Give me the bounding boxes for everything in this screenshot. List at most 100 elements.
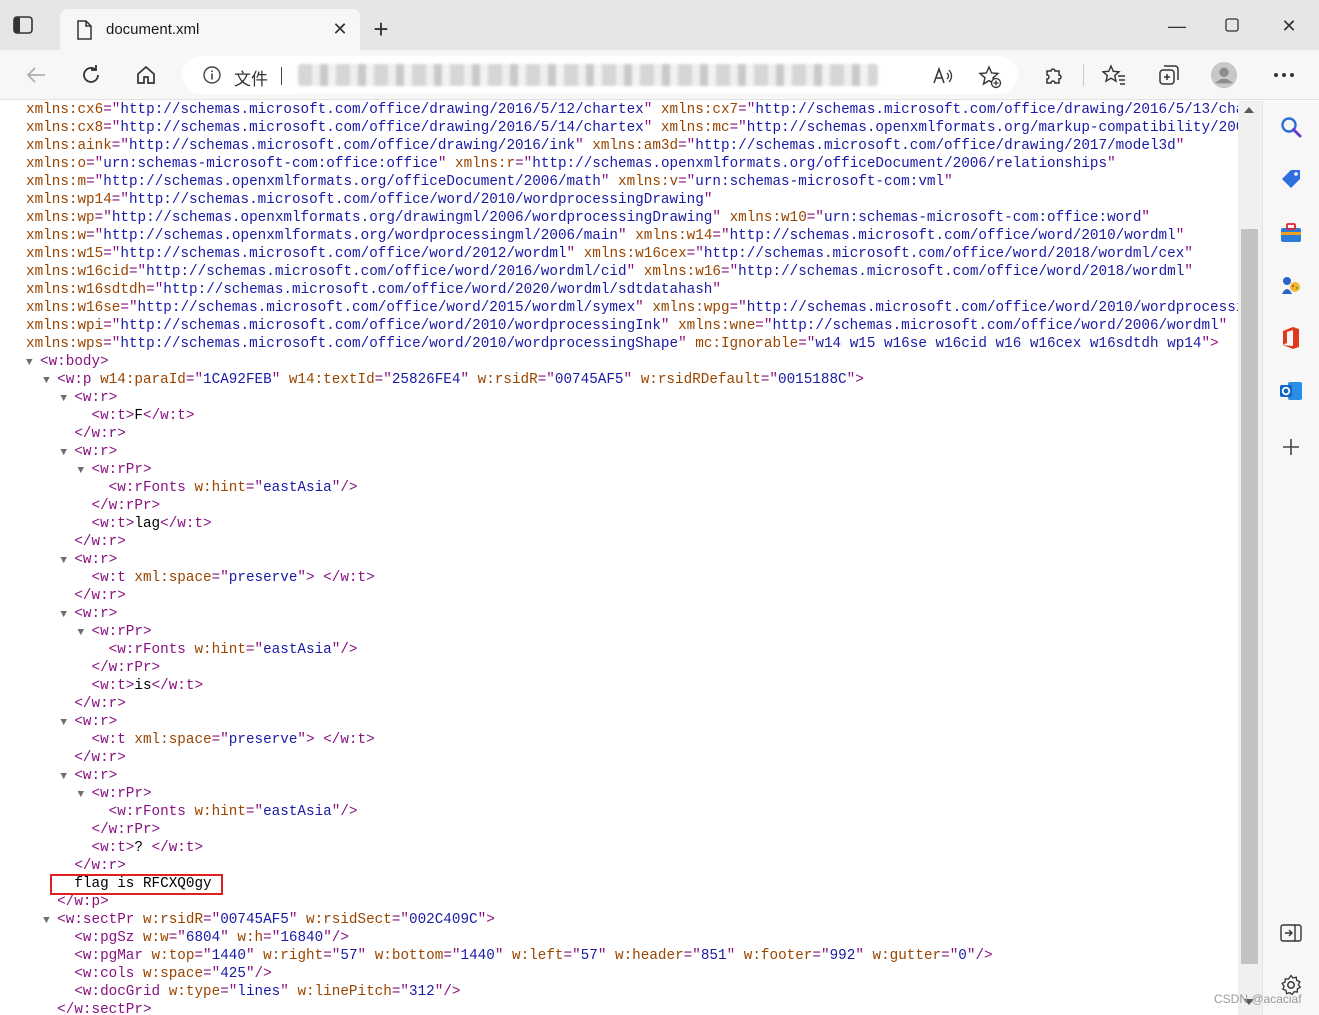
xml-tag: =" [103, 336, 121, 352]
scrollbar-thumb[interactable] [1241, 229, 1258, 964]
xml-attr-name: w:top [151, 948, 195, 964]
xml-tag: " [220, 930, 238, 946]
xml-line: xmlns:cx8="http://schemas.microsoft.com/… [26, 119, 1238, 137]
address-url-blurred[interactable] [298, 64, 878, 86]
tools-briefcase-icon[interactable] [1279, 221, 1303, 245]
xml-indent [26, 714, 60, 730]
collapse-toggle-icon[interactable]: ▼ [43, 372, 57, 390]
xml-tag: =" [712, 228, 730, 244]
minimize-button[interactable]: — [1165, 14, 1189, 38]
profile-icon[interactable] [1210, 61, 1238, 89]
collapse-toggle-icon[interactable]: ▼ [77, 462, 91, 480]
xml-line: ▼ <w:r> [26, 713, 1238, 731]
collapse-toggle-icon[interactable]: ▼ [60, 606, 74, 624]
xml-attr-value: 1440 [211, 948, 246, 964]
xml-tag: </w:t> [323, 732, 375, 748]
xml-tag: " [623, 372, 641, 388]
back-arrow-icon[interactable] [22, 61, 50, 89]
shopping-tag-icon[interactable] [1279, 167, 1303, 191]
xml-attr-name: xmlns:am3d [592, 138, 679, 154]
xml-attr-name: xmlns:cx8 [26, 120, 104, 136]
xml-indent [26, 372, 43, 388]
xml-tag: "/> [245, 966, 272, 982]
address-bar[interactable]: 文件 [182, 56, 1018, 94]
search-icon[interactable] [1279, 115, 1303, 139]
home-icon[interactable] [132, 61, 160, 89]
scroll-up-arrow[interactable] [1244, 107, 1254, 113]
xml-attr-name: xmlns:v [618, 174, 679, 190]
xml-tag: </w:r> [74, 750, 126, 766]
collapse-toggle-icon[interactable]: ▼ [26, 354, 40, 372]
games-icon[interactable] [1279, 273, 1303, 297]
xml-indent [26, 768, 60, 784]
xml-tag: </w:rPr> [91, 498, 161, 514]
xml-line: ▼ <w:p w14:paraId="1CA92FEB" w14:textId="… [26, 371, 1238, 389]
collapse-toggle-icon[interactable]: ▼ [60, 714, 74, 732]
xml-indent [26, 588, 60, 604]
collapse-toggle-icon[interactable]: ▼ [60, 444, 74, 462]
xml-tag: " [597, 948, 616, 964]
maximize-button[interactable] [1220, 14, 1244, 38]
xml-tag: "/> [331, 642, 358, 658]
xml-tag: =" [146, 282, 164, 298]
xml-tag: =" [111, 192, 129, 208]
tab-document[interactable]: document.xml ✕ [60, 9, 360, 50]
xml-indent [26, 624, 77, 640]
xml-tag: " [1141, 210, 1150, 226]
xml-tag: "> [1201, 336, 1219, 352]
collections-icon[interactable] [1155, 61, 1183, 89]
outlook-icon[interactable] [1279, 379, 1303, 403]
add-sidebar-app-icon[interactable] [1279, 435, 1303, 459]
collapse-toggle-icon[interactable]: ▼ [60, 768, 74, 786]
xml-line: ▼ <w:rPr> [26, 785, 1238, 803]
favorites-icon[interactable] [1100, 61, 1128, 89]
xml-attr-value: http://schemas.openxmlformats.org/office… [532, 156, 1108, 172]
xml-tag: =" [103, 120, 121, 136]
xml-attr-value: http://schemas.microsoft.com/office/draw… [755, 102, 1238, 118]
close-window-button[interactable]: ✕ [1277, 14, 1301, 38]
tab-actions-icon[interactable] [12, 14, 50, 48]
xml-indent [26, 408, 77, 424]
xml-line: xmlns:w="http://schemas.openxmlformats.o… [26, 227, 1238, 245]
xml-indent [26, 858, 60, 874]
xml-attr-value: 002C409C [408, 912, 478, 928]
xml-attr-value: eastAsia [263, 480, 332, 496]
collapse-toggle-icon[interactable]: ▼ [77, 786, 91, 804]
xml-attr-name: xmlns:mc [660, 120, 730, 136]
collapse-toggle-icon[interactable]: ▼ [43, 912, 57, 930]
new-tab-button[interactable]: + [369, 16, 393, 42]
xml-tag: </w:t> [142, 408, 195, 424]
read-aloud-icon[interactable] [932, 65, 954, 87]
xml-tag: <w:t> [91, 678, 135, 694]
xml-attr-name: xmlns:cx7 [660, 102, 739, 118]
xml-attr-value: http://schemas.openxmlformats.org/office… [103, 174, 601, 190]
xml-tag: </w:rPr> [91, 822, 161, 838]
xml-tag: =" [168, 930, 186, 946]
info-icon[interactable] [202, 65, 222, 85]
collapse-toggle-icon[interactable]: ▼ [60, 390, 74, 408]
collapse-toggle-icon[interactable]: ▼ [77, 624, 91, 642]
hide-sidebar-icon[interactable] [1279, 921, 1303, 945]
add-favorite-icon[interactable] [978, 65, 1002, 89]
xml-line: <w:cols w:space="425"/> [26, 965, 1238, 983]
xml-attr-value: 57 [580, 948, 598, 964]
xml-tag: =" [263, 930, 281, 946]
xml-line: <w:pgSz w:w="6804" w:h="16840"/> [26, 929, 1238, 947]
watermark: CSDN @acaciaf [1214, 992, 1302, 1006]
xml-attr-name: xmlns:w14 [635, 228, 713, 244]
xml-tag: " [635, 300, 653, 316]
xml-line: </w:rPr> [26, 497, 1238, 515]
xml-attr-name: xmlns:w16cid [26, 264, 129, 280]
collapse-toggle-icon[interactable]: ▼ [60, 552, 74, 570]
xml-attr-value: http://schemas.openxmlformats.org/markup… [746, 120, 1238, 136]
xml-attr-value: http://schemas.microsoft.com/office/word… [163, 282, 713, 298]
more-icon[interactable] [1270, 61, 1298, 89]
vertical-scrollbar[interactable] [1238, 101, 1262, 1015]
xml-tag: <w:r> [74, 390, 118, 406]
close-tab-icon[interactable]: ✕ [330, 19, 350, 39]
extensions-icon[interactable] [1039, 61, 1067, 89]
refresh-icon[interactable] [77, 61, 105, 89]
office-icon[interactable] [1279, 326, 1303, 350]
xml-tag: <w:body> [40, 354, 109, 370]
xml-attr-name: xmlns:aink [26, 138, 112, 154]
